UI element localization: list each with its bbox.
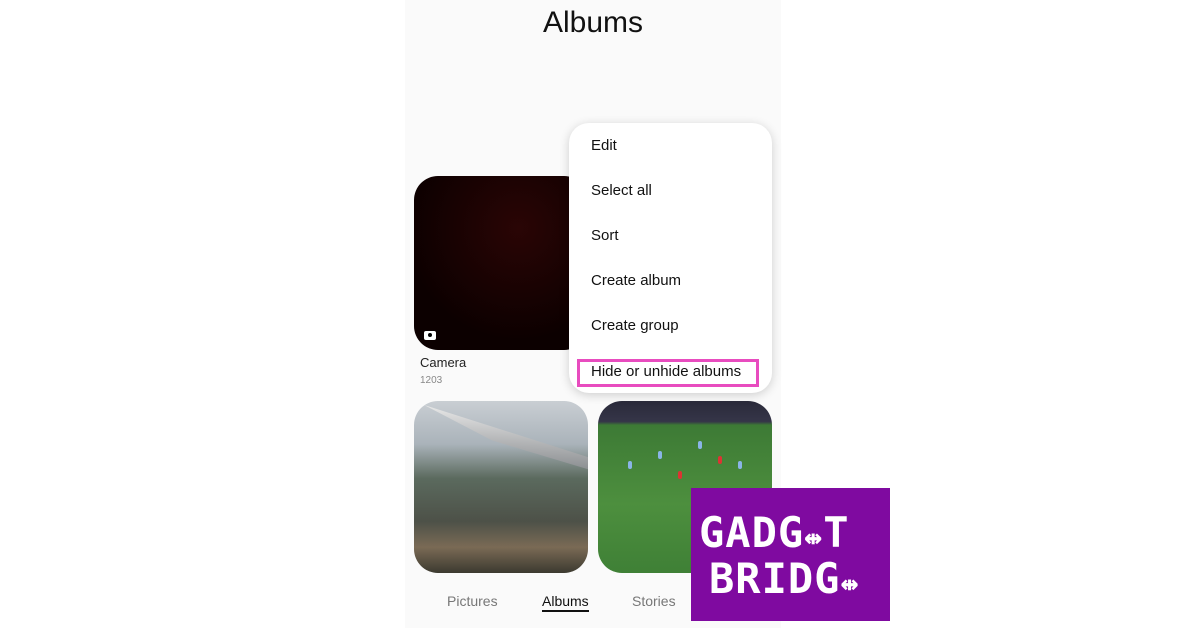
menu-item-select-all[interactable]: Select all — [591, 182, 652, 199]
tab-stories[interactable]: Stories — [632, 593, 676, 609]
overflow-menu: Edit Select all Sort Create album Create… — [569, 123, 772, 393]
album-camera-thumbnail[interactable] — [414, 176, 588, 350]
gadget-bridge-logo: GADG⇹T BRIDG⇹ — [691, 488, 890, 621]
album-thumbnail[interactable] — [414, 401, 588, 573]
page-title: Albums — [542, 6, 644, 39]
album-count: 1203 — [420, 375, 443, 386]
menu-item-create-group[interactable]: Create group — [591, 317, 679, 334]
menu-item-edit[interactable]: Edit — [591, 137, 617, 154]
album-name[interactable]: Camera — [420, 355, 466, 370]
logo-line-1: GADG⇹T — [699, 508, 850, 557]
tab-albums[interactable]: Albums — [542, 593, 589, 612]
menu-item-hide-unhide-albums[interactable]: Hide or unhide albums — [591, 363, 741, 380]
menu-item-sort[interactable]: Sort — [591, 227, 619, 244]
tab-pictures[interactable]: Pictures — [447, 593, 498, 609]
menu-item-create-album[interactable]: Create album — [591, 272, 681, 289]
camera-icon — [424, 331, 436, 340]
plane-wing-image — [424, 405, 588, 471]
logo-line-2: BRIDG⇹ — [709, 554, 860, 603]
